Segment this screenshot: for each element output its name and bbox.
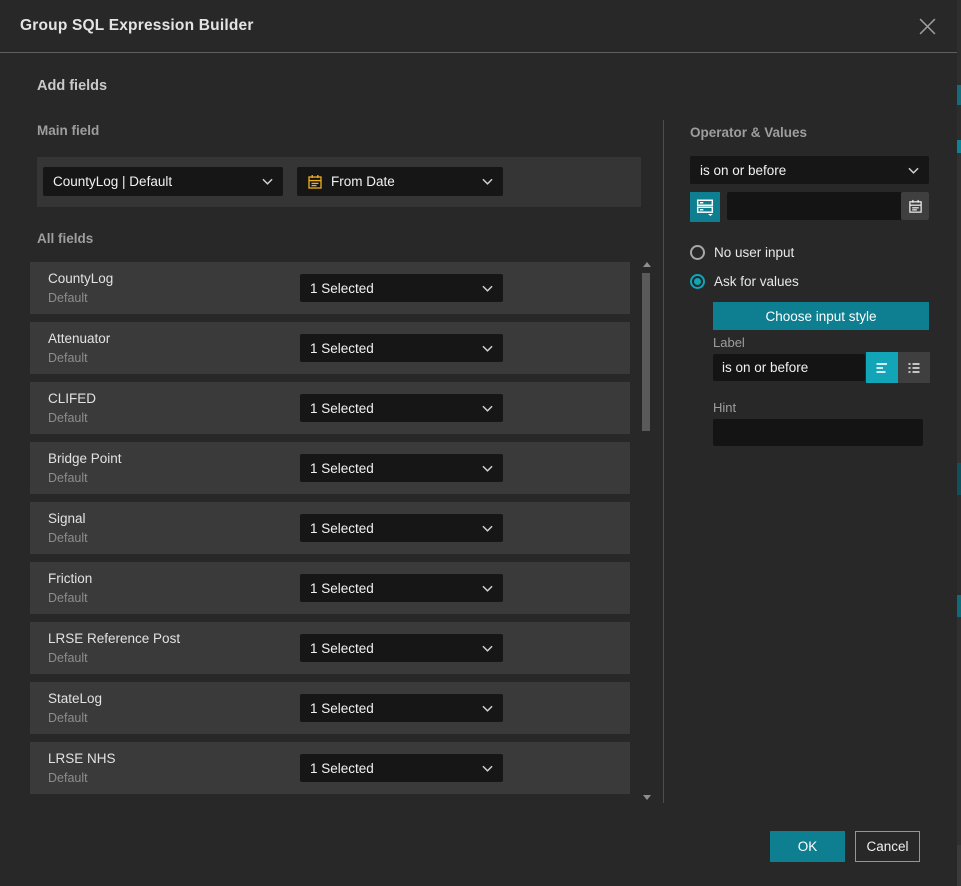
field-name: CountyLog <box>48 271 113 286</box>
radio-circle-icon[interactable] <box>690 245 705 260</box>
field-row: CountyLog Default 1 Selected <box>30 262 630 314</box>
field-values-select[interactable]: 1 Selected <box>300 634 503 662</box>
radio-no-user-input[interactable]: No user input <box>690 245 794 260</box>
close-button[interactable] <box>911 10 943 42</box>
hint-field-label: Hint <box>713 400 736 415</box>
chevron-down-icon <box>482 525 493 532</box>
label-field-label: Label <box>713 335 745 350</box>
field-name: Bridge Point <box>48 451 122 466</box>
date-value-field-wrap <box>727 192 929 220</box>
value-type-button[interactable] <box>690 192 720 222</box>
chevron-down-icon <box>262 178 273 185</box>
dialog-title: Group SQL Expression Builder <box>20 17 254 35</box>
scroll-up-icon[interactable] <box>643 262 651 267</box>
field-row: Friction Default 1 Selected <box>30 562 630 614</box>
chevron-down-icon <box>482 405 493 412</box>
chevron-down-icon <box>482 585 493 592</box>
operator-select-value: is on or before <box>700 163 902 178</box>
list-scrollbar[interactable] <box>642 260 651 802</box>
field-name: StateLog <box>48 691 102 706</box>
field-values-select[interactable]: 1 Selected <box>300 274 503 302</box>
main-field-label: Main field <box>37 123 99 138</box>
field-values-select[interactable]: 1 Selected <box>300 574 503 602</box>
field-subtitle: Default <box>48 351 88 365</box>
background-page-edge <box>957 0 961 886</box>
panel-divider <box>663 120 664 803</box>
chevron-down-icon <box>482 705 493 712</box>
field-subtitle: Default <box>48 471 88 485</box>
field-name: Signal <box>48 511 86 526</box>
field-values-select[interactable]: 1 Selected <box>300 454 503 482</box>
field-values-select[interactable]: 1 Selected <box>300 394 503 422</box>
field-row: LRSE NHS Default 1 Selected <box>30 742 630 794</box>
field-row: Bridge Point Default 1 Selected <box>30 442 630 494</box>
all-fields-list: CountyLog Default 1 Selected Attenuator … <box>30 262 630 794</box>
chevron-down-icon <box>482 178 493 185</box>
value-type-icon <box>696 198 714 216</box>
chevron-down-icon <box>482 285 493 292</box>
label-input[interactable] <box>713 354 865 381</box>
field-subtitle: Default <box>48 591 88 605</box>
close-icon <box>919 18 936 35</box>
label-field-wrap <box>713 354 865 381</box>
bulleted-list-icon <box>906 360 922 376</box>
field-subtitle: Default <box>48 411 88 425</box>
single-input-style-button[interactable] <box>866 352 898 383</box>
field-subtitle: Default <box>48 291 88 305</box>
choose-input-style-button[interactable]: Choose input style <box>713 302 929 330</box>
ok-button[interactable]: OK <box>770 831 845 862</box>
align-left-icon <box>874 360 890 376</box>
chevron-down-icon <box>482 345 493 352</box>
list-input-style-button[interactable] <box>898 352 930 383</box>
date-picker-button[interactable] <box>901 192 929 220</box>
field-values-select[interactable]: 1 Selected <box>300 334 503 362</box>
field-name: Attenuator <box>48 331 110 346</box>
chevron-down-icon <box>482 465 493 472</box>
field-values-select[interactable]: 1 Selected <box>300 694 503 722</box>
radio-circle-selected-icon[interactable] <box>690 274 705 289</box>
hint-input[interactable] <box>713 419 923 446</box>
chevron-down-icon <box>482 765 493 772</box>
field-row: Attenuator Default 1 Selected <box>30 322 630 374</box>
chevron-down-icon <box>482 645 493 652</box>
operator-values-label: Operator & Values <box>690 125 807 140</box>
field-name: LRSE Reference Post <box>48 631 180 646</box>
group-sql-expression-builder-dialog: Group SQL Expression Builder Add fields … <box>0 0 957 886</box>
field-row: LRSE Reference Post Default 1 Selected <box>30 622 630 674</box>
field-row: StateLog Default 1 Selected <box>30 682 630 734</box>
field-values-select[interactable]: 1 Selected <box>300 754 503 782</box>
field-name: Friction <box>48 571 92 586</box>
field-row: CLIFED Default 1 Selected <box>30 382 630 434</box>
calendar-icon <box>908 199 923 214</box>
hint-field-wrap <box>713 419 923 446</box>
calendar-icon <box>307 174 323 190</box>
layer-select[interactable]: CountyLog | Default <box>43 167 283 196</box>
field-name: LRSE NHS <box>48 751 116 766</box>
operator-select[interactable]: is on or before <box>690 156 929 184</box>
field-name: CLIFED <box>48 391 96 406</box>
cancel-button[interactable]: Cancel <box>855 831 920 862</box>
scrollbar-thumb[interactable] <box>642 273 650 431</box>
field-values-select[interactable]: 1 Selected <box>300 514 503 542</box>
all-fields-label: All fields <box>37 231 93 246</box>
radio-ask-for-values[interactable]: Ask for values <box>690 274 799 289</box>
layer-select-value: CountyLog | Default <box>53 174 256 189</box>
chevron-down-icon <box>908 167 919 174</box>
date-field-select-value: From Date <box>331 174 468 189</box>
field-subtitle: Default <box>48 651 88 665</box>
field-subtitle: Default <box>48 711 88 725</box>
add-fields-heading: Add fields <box>37 78 107 94</box>
field-subtitle: Default <box>48 771 88 785</box>
field-row: Signal Default 1 Selected <box>30 502 630 554</box>
scroll-down-icon[interactable] <box>643 795 651 800</box>
dialog-titlebar: Group SQL Expression Builder <box>0 0 957 53</box>
date-value-input[interactable] <box>727 192 929 220</box>
main-field-band: CountyLog | Default From Date <box>37 157 641 207</box>
date-field-select[interactable]: From Date <box>297 167 503 196</box>
field-subtitle: Default <box>48 531 88 545</box>
